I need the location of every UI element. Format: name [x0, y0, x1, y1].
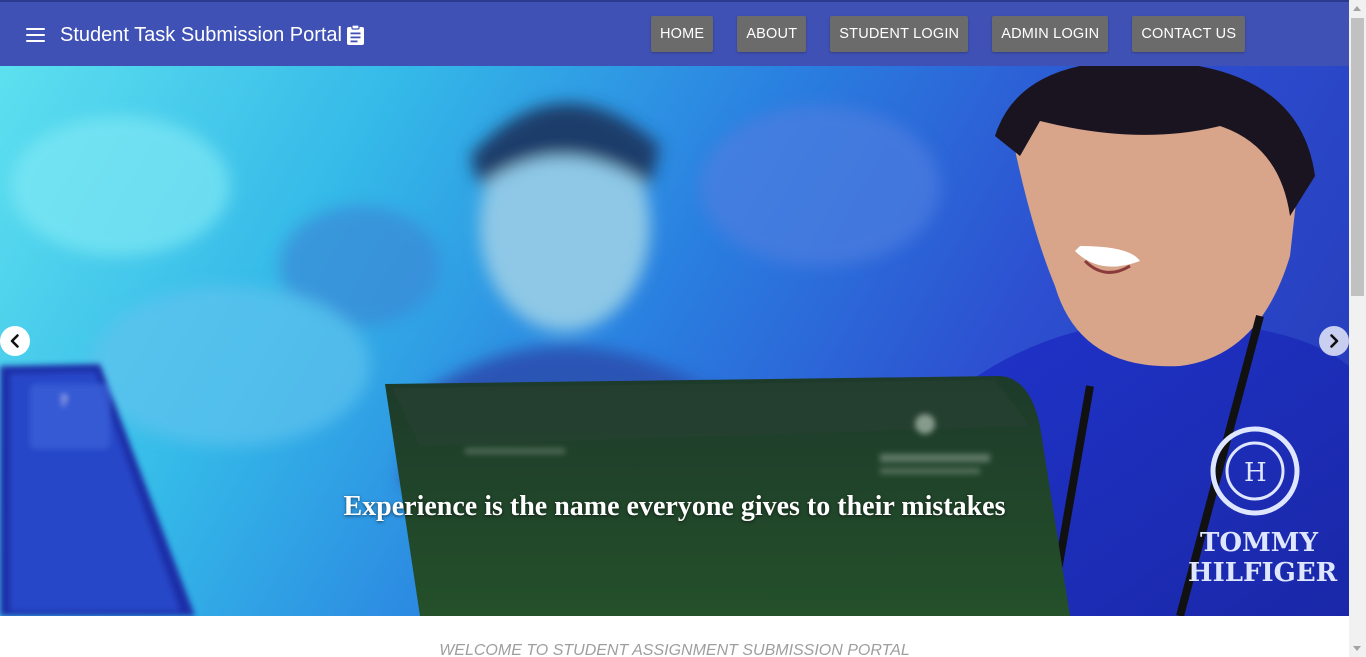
nav-student-login-button[interactable]: STUDENT LOGIN: [830, 16, 969, 52]
page: Student Task Submission Portal HOME ABOU…: [0, 0, 1366, 657]
hamburger-menu-icon[interactable]: [26, 28, 45, 42]
nav-home-button[interactable]: HOME: [651, 16, 714, 52]
top-navbar: Student Task Submission Portal HOME ABOU…: [0, 0, 1349, 66]
svg-text:H: H: [1244, 458, 1267, 488]
chevron-left-icon: [10, 334, 19, 348]
nav-links: HOME ABOUT STUDENT LOGIN ADMIN LOGIN CON…: [651, 16, 1269, 52]
welcome-heading: WELCOME TO STUDENT ASSIGNMENT SUBMISSION…: [439, 642, 910, 657]
scrollbar-thumb[interactable]: [1351, 18, 1364, 296]
clipboard-icon: [347, 24, 365, 45]
carousel-slide-image: ? H TOMMY HILFIGER: [0, 66, 1349, 616]
scroll-up-arrow-icon[interactable]: [1353, 6, 1361, 11]
shirt-text-line1: TOMMY: [1200, 528, 1319, 558]
chevron-right-icon: [1330, 334, 1339, 348]
carousel-prev-button[interactable]: [0, 326, 30, 356]
nav-admin-login-button[interactable]: ADMIN LOGIN: [992, 16, 1109, 52]
svg-text:?: ?: [60, 394, 67, 410]
page-scrollbar[interactable]: [1349, 0, 1366, 657]
nav-contact-us-button[interactable]: CONTACT US: [1132, 16, 1246, 52]
shirt-text-line2: HILFIGER: [1188, 558, 1338, 588]
nav-about-button[interactable]: ABOUT: [737, 16, 807, 52]
scroll-down-arrow-icon[interactable]: [1353, 646, 1361, 651]
hero-carousel: ? H TOMMY HILFIGER Experience is the nam…: [0, 66, 1349, 616]
carousel-caption: Experience is the name everyone gives to…: [343, 491, 1006, 522]
brand-title[interactable]: Student Task Submission Portal: [60, 22, 342, 48]
brand[interactable]: Student Task Submission Portal: [60, 22, 365, 48]
carousel-next-button[interactable]: [1319, 326, 1349, 356]
